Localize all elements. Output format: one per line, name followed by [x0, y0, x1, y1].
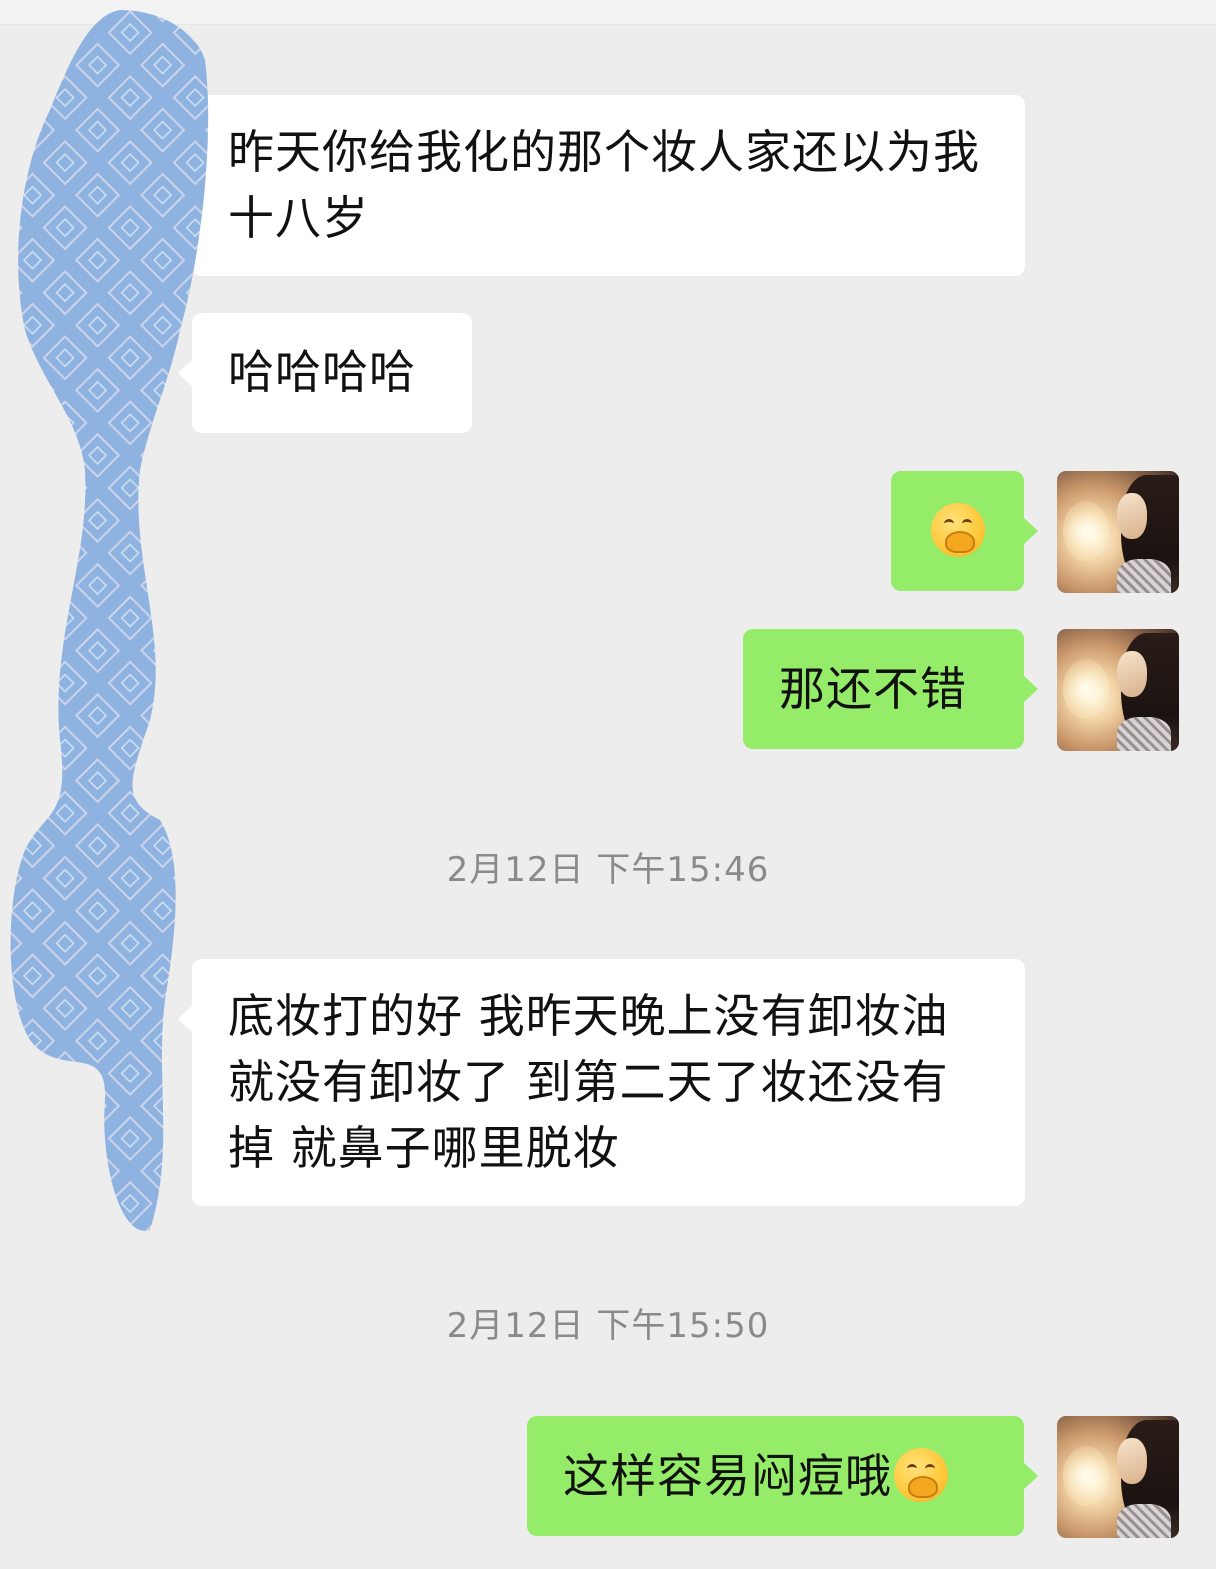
received-message[interactable]: 哈哈哈哈: [178, 313, 472, 433]
face-with-hand-over-mouth-icon: [930, 503, 985, 557]
message-text: 哈哈哈哈: [228, 345, 416, 399]
timestamp: 2月12日 下午15:46: [446, 850, 770, 890]
top-edge: [0, 0, 1216, 25]
message-text: 昨天你给我化的那个妆人家还以为我十八岁: [228, 125, 980, 245]
message-text: 底妆打的好 我昨天晚上没有卸妆油就没有卸妆了 到第二天了妆还没有掉 就鼻子哪里脱…: [228, 989, 949, 1175]
received-message[interactable]: 昨天你给我化的那个妆人家还以为我十八岁: [178, 95, 1025, 276]
avatar[interactable]: [1057, 471, 1179, 593]
timestamp: 2月12日 下午15:50: [446, 1306, 770, 1346]
sent-message[interactable]: [891, 471, 1038, 591]
received-message[interactable]: 底妆打的好 我昨天晚上没有卸妆油就没有卸妆了 到第二天了妆还没有掉 就鼻子哪里脱…: [178, 959, 1025, 1206]
avatar[interactable]: [1057, 629, 1179, 751]
face-with-hand-over-mouth-icon: [894, 1448, 948, 1502]
avatar[interactable]: [1057, 1416, 1179, 1538]
sent-message[interactable]: 那还不错: [743, 629, 1038, 749]
sent-message[interactable]: 这样容易闷痘哦: [527, 1416, 1038, 1536]
message-text: 这样容易闷痘哦: [563, 1449, 892, 1503]
message-text: 那还不错: [779, 662, 967, 716]
